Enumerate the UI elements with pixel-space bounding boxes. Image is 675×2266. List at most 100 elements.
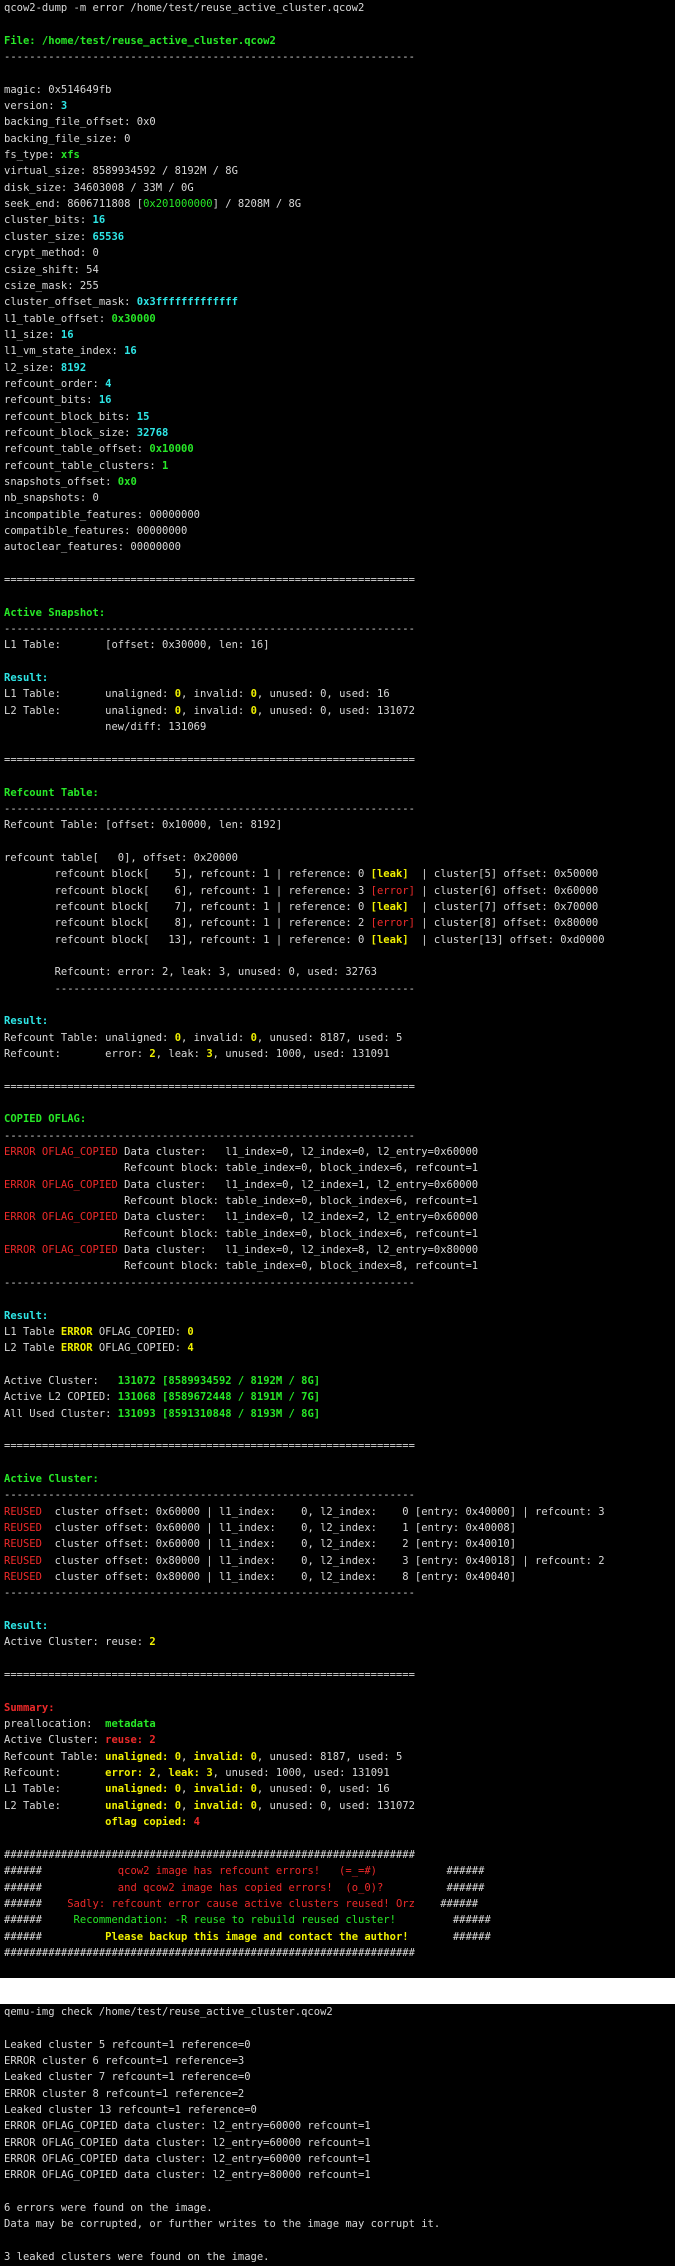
terminal-line: Refcount block: table_index=0, block_ind…: [0, 1160, 675, 1176]
terminal-text-segment: ERROR OFLAG_COPIED: [4, 1211, 118, 1224]
terminal-line: refcount block[ 5], refcount: 1 | refere…: [0, 866, 675, 882]
terminal-line: ###### Sadly: refcount error cause activ…: [0, 1896, 675, 1912]
terminal-line: virtual_size: 8589934592 / 8192M / 8G: [0, 163, 675, 179]
terminal-text-segment: backing_file_offset: 0x0: [4, 116, 156, 129]
terminal-line: L1 Table ERROR OFLAG_COPIED: 0: [0, 1324, 675, 1340]
terminal-line: ERROR OFLAG_COPIED data cluster: l2_entr…: [0, 2151, 675, 2167]
terminal-line: L2 Table: unaligned: 0, invalid: 0, unus…: [0, 1798, 675, 1814]
terminal-text-segment: 3: [60, 100, 68, 113]
terminal-text-segment: cluster offset: 0x60000 | l1_index: 0, l…: [41, 1521, 517, 1534]
terminal-text-segment: oflag copied:: [105, 1816, 194, 1829]
terminal-line: Active Cluster: 131072 [8589934592 / 819…: [0, 1373, 675, 1389]
terminal-output-qemu-img-check[interactable]: qemu-img check /home/test/reuse_active_c…: [0, 2004, 675, 2266]
terminal-text-segment: unaligned: 0: [105, 1750, 182, 1763]
terminal-text-segment: , unused: 1000, used: 131091: [212, 1767, 390, 1780]
terminal-line: refcount_block_bits: 15: [0, 409, 675, 425]
terminal-text-segment: ] / 8208M / 8G: [212, 198, 302, 211]
terminal-text-segment: Data may be corrupted, or further writes…: [4, 2218, 441, 2231]
terminal-text-segment: , unused: 8187, used: 5: [256, 1031, 403, 1044]
terminal-text-segment: 0x201000000: [143, 198, 213, 211]
terminal-text-segment: version:: [4, 100, 61, 113]
terminal-line: L1 Table: [offset: 0x30000, len: 16]: [0, 637, 675, 653]
terminal-text-segment: [leak]: [370, 933, 409, 946]
terminal-line: ----------------------------------------…: [0, 1128, 675, 1144]
terminal-text-segment: Active Cluster:: [4, 1374, 118, 1387]
terminal-text-segment: 4: [187, 1342, 194, 1355]
terminal-text-segment: ----------------------------------------…: [4, 1129, 415, 1142]
terminal-text-segment: magic: 0x514649fb: [4, 83, 112, 96]
terminal-text-segment: refcount_order:: [4, 377, 106, 390]
terminal-text-segment: autoclear_features: 00000000: [4, 541, 182, 554]
terminal-line: snapshots_offset: 0x0: [0, 474, 675, 490]
terminal-text-segment: refcount_table_offset:: [4, 443, 150, 456]
terminal-text-segment: OFLAG_COPIED:: [92, 1325, 188, 1338]
terminal-text-segment: 0x0: [117, 475, 137, 488]
terminal-text-segment: ########################################…: [4, 1848, 415, 1861]
terminal-line: REUSED cluster offset: 0x80000 | l1_inde…: [0, 1553, 675, 1569]
terminal-text-segment: and qcow2 image has copied errors! (o_0)…: [117, 1881, 384, 1894]
terminal-text-segment: qemu-img check /home/test/reuse_active_c…: [4, 2006, 333, 2018]
terminal-line: incompatible_features: 00000000: [0, 507, 675, 523]
terminal-text-segment: ERROR OFLAG_COPIED data cluster: l2_entr…: [4, 2169, 371, 2182]
terminal-text-segment: l1_table_offset:: [4, 312, 112, 325]
terminal-text-segment: fs_type:: [4, 149, 61, 162]
terminal-text-segment: , invalid:: [181, 688, 251, 701]
terminal-line: Active L2 COPIED: 131068 [8589672448 / 8…: [0, 1389, 675, 1405]
terminal-text-segment: ----------------------------------------…: [4, 623, 415, 636]
terminal-text-segment: 2: [149, 1636, 156, 1649]
terminal-text-segment: leak: 3: [168, 1767, 213, 1780]
terminal-output-qcow2-dump[interactable]: qcow2-dump -m error /home/test/reuse_act…: [0, 0, 675, 1978]
terminal-text-segment: refcount table[ 0], offset: 0x20000: [4, 851, 238, 864]
terminal-text-segment: | cluster[13] offset: 0xd0000: [408, 933, 605, 946]
terminal-text-segment: ERROR OFLAG_COPIED data cluster: l2_entr…: [4, 2136, 371, 2149]
terminal-text-segment: ERROR: [60, 1342, 93, 1355]
terminal-text-segment: Active Cluster:: [4, 1734, 106, 1747]
terminal-line: ###### and qcow2 image has copied errors…: [0, 1880, 675, 1896]
terminal-text-segment: 0x10000: [149, 443, 194, 456]
terminal-text-segment: cluster_bits:: [4, 214, 93, 227]
terminal-line: ----------------------------------------…: [0, 621, 675, 637]
terminal-line: refcount table[ 0], offset: 0x20000: [0, 850, 675, 866]
terminal-text-segment: unaligned: 0: [105, 1783, 182, 1796]
terminal-line: preallocation: metadata: [0, 1716, 675, 1732]
terminal-text-segment: Refcount: error: 2, leak: 3, unused: 0, …: [4, 966, 377, 979]
terminal-line: ########################################…: [0, 1847, 675, 1863]
terminal-line: Refcount: error: 2, leak: 3, unused: 0, …: [0, 964, 675, 980]
terminal-text-segment: xfs: [60, 149, 80, 162]
terminal-text-segment: 65536: [92, 230, 125, 243]
terminal-line: refcount_table_clusters: 1: [0, 458, 675, 474]
terminal-text-segment: Refcount block: table_index=0, block_ind…: [4, 1227, 479, 1240]
terminal-line: ###### Please backup this image and cont…: [0, 1929, 675, 1945]
terminal-line: cluster_offset_mask: 0x3fffffffffffff: [0, 294, 675, 310]
terminal-line: csize_mask: 255: [0, 278, 675, 294]
terminal-line: seek_end: 8606711808 [0x201000000] / 820…: [0, 196, 675, 212]
terminal-line: ========================================…: [0, 1079, 675, 1095]
terminal-text-segment: Leaked cluster 5 refcount=1 reference=0: [4, 2038, 251, 2051]
terminal-text-segment: , invalid:: [181, 1031, 251, 1044]
terminal-text-segment: Data cluster: l1_index=0, l2_index=1, l2…: [117, 1178, 479, 1191]
terminal-line: cluster_bits: 16: [0, 212, 675, 228]
terminal-text-segment: ERROR OFLAG_COPIED: [4, 1244, 118, 1257]
terminal-text-segment: REUSED: [4, 1554, 42, 1567]
terminal-text-segment: L1 Table: unaligned:: [4, 688, 175, 701]
terminal-text-segment: metadata: [105, 1718, 156, 1731]
terminal-text-segment: new/diff: 131069: [4, 721, 207, 734]
terminal-line: ERROR cluster 6 refcount=1 reference=3: [0, 2053, 675, 2069]
terminal-text-segment: cluster offset: 0x60000 | l1_index: 0, l…: [41, 1538, 517, 1551]
terminal-line: ========================================…: [0, 1667, 675, 1683]
terminal-line: ----------------------------------------…: [0, 1585, 675, 1601]
terminal-text-segment: 32768: [136, 426, 169, 439]
terminal-line: REUSED cluster offset: 0x60000 | l1_inde…: [0, 1504, 675, 1520]
terminal-text-segment: L1 Table: [offset: 0x30000, len: 16]: [4, 639, 270, 652]
terminal-line: 6 errors were found on the image.: [0, 2200, 675, 2216]
terminal-text-segment: cluster_offset_mask:: [4, 296, 137, 309]
terminal-line: refcount_table_offset: 0x10000: [0, 441, 675, 457]
